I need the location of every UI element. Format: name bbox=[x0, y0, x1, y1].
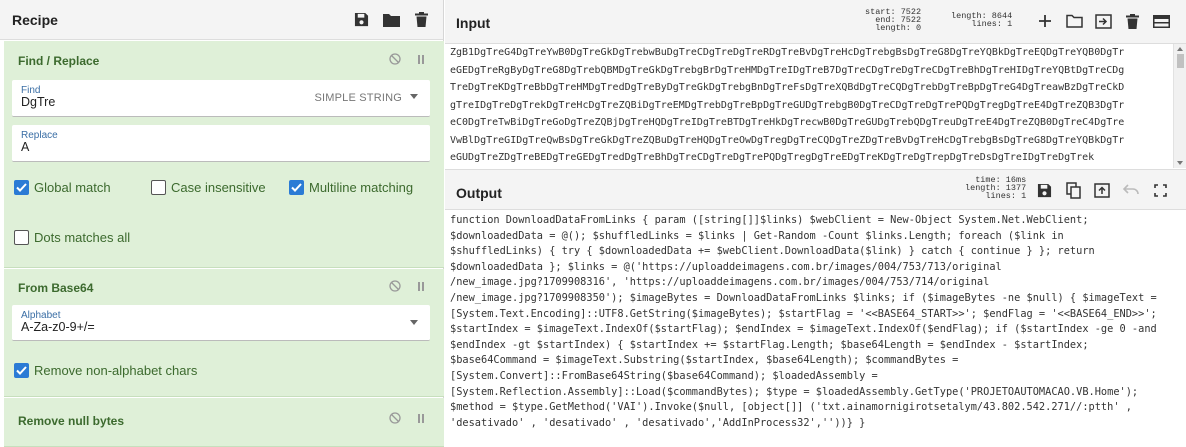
input-line: TreDgTreKDgTreBbDgTreHMDgTredDgTreByDgTr… bbox=[450, 82, 1125, 93]
io-pane: Input start: 7522 end: 7522 length: 0 le… bbox=[445, 0, 1186, 447]
op-from-base64: From Base64 Alphabet A-Za-z0-9+/= Remove… bbox=[4, 269, 444, 397]
input-stats: length: 8644 lines: 1 bbox=[951, 12, 1013, 29]
output-line: $downloadedData = @(); $shuffledLinks = … bbox=[450, 229, 1064, 242]
input-lines: lines: 1 bbox=[971, 19, 1013, 29]
disable-icon[interactable] bbox=[388, 52, 402, 66]
input-sel-length: length: 0 bbox=[875, 23, 922, 33]
output-line: /new_image.jpg?1709908350'); $imageBytes… bbox=[450, 291, 1157, 304]
input-textarea[interactable]: ZgB1DgTreG4DgTreYwB0DgTreGkDgTrebwBuDgTr… bbox=[445, 44, 1172, 168]
input-line: DgTreHMDgTreaDgTreB1DgTreGYDgTreZgBsDgTr… bbox=[450, 167, 1167, 169]
scroll-up-icon[interactable] bbox=[1177, 47, 1183, 51]
global-match-label: Global match bbox=[34, 180, 111, 195]
remove-non-alphabet-label: Remove non-alphabet chars bbox=[34, 363, 198, 378]
replace-field[interactable]: Replace A bbox=[12, 125, 430, 162]
pause-icon[interactable] bbox=[414, 411, 428, 425]
recipe-pane: Recipe Find / Replace Find DgTre SIMPLE … bbox=[0, 0, 444, 447]
chevron-down-icon[interactable] bbox=[410, 94, 418, 99]
input-line: eGUDgTreZDgTreBEDgTreGEDgTredDgTreBhDgTr… bbox=[450, 152, 1095, 163]
output-lines: lines: 1 bbox=[985, 191, 1027, 201]
undo-icon bbox=[1121, 180, 1141, 200]
checkbox-checked-icon[interactable] bbox=[14, 180, 29, 195]
input-scrollbar[interactable] bbox=[1173, 44, 1186, 168]
save-icon[interactable] bbox=[351, 10, 371, 30]
output-textarea[interactable]: function DownloadDataFromLinks { param (… bbox=[445, 210, 1186, 447]
checkbox-unchecked-icon[interactable] bbox=[14, 230, 29, 245]
chevron-down-icon[interactable] bbox=[410, 320, 418, 325]
folder-icon[interactable] bbox=[1064, 11, 1084, 31]
disable-icon[interactable] bbox=[388, 279, 402, 293]
output-line: function DownloadDataFromLinks { param (… bbox=[450, 214, 1089, 226]
find-type-dropdown[interactable]: SIMPLE STRING bbox=[314, 92, 402, 104]
import-icon[interactable] bbox=[1093, 11, 1113, 31]
recipe-title: Recipe bbox=[12, 11, 58, 28]
alphabet-input[interactable]: A-Za-z0-9+/= bbox=[21, 320, 95, 334]
alphabet-field[interactable]: Alphabet A-Za-z0-9+/= bbox=[12, 305, 430, 341]
trash-icon[interactable] bbox=[1122, 11, 1142, 31]
pause-icon[interactable] bbox=[414, 52, 428, 66]
dot-all-label: Dots matches all bbox=[34, 230, 131, 245]
output-title: Output bbox=[456, 185, 502, 201]
input-line: eC0DgTreTwBiDgTreGoDgTreZQBjDgTreHQDgTre… bbox=[450, 117, 1125, 128]
input-header: Input start: 7522 end: 7522 length: 0 le… bbox=[445, 0, 1186, 44]
trash-icon[interactable] bbox=[411, 10, 431, 30]
output-header: Output time: 16ms length: 1377 lines: 1 bbox=[445, 169, 1186, 210]
recipe-header: Recipe bbox=[0, 0, 443, 40]
output-line: 'desativado' , 'desativado' , 'desativad… bbox=[450, 416, 866, 429]
output-stats: time: 16ms length: 1377 lines: 1 bbox=[965, 176, 1027, 201]
find-input[interactable]: DgTre bbox=[21, 95, 55, 109]
output-line: $downloadedData }; $links = @('https://u… bbox=[450, 260, 1002, 273]
remove-non-alphabet-checkbox[interactable]: Remove non-alphabet chars bbox=[14, 363, 197, 378]
save-icon[interactable] bbox=[1034, 180, 1054, 200]
input-title: Input bbox=[456, 15, 491, 31]
output-line: [System.Text.Encoding]::UTF8.GetString($… bbox=[450, 307, 1157, 320]
case-insensitive-checkbox[interactable]: Case insensitive bbox=[151, 180, 266, 195]
output-line: [System.Convert]::FromBase64String($base… bbox=[450, 369, 878, 382]
output-line: $startIndex = $imageText.IndexOf($startF… bbox=[450, 323, 1157, 336]
input-selection-stats: start: 7522 end: 7522 length: 0 bbox=[865, 8, 922, 33]
scroll-down-icon[interactable] bbox=[1177, 161, 1183, 165]
find-field[interactable]: Find DgTre SIMPLE STRING bbox=[12, 80, 430, 117]
maximise-icon[interactable] bbox=[1150, 180, 1170, 200]
output-line: $base64Command = $imageText.Substring($s… bbox=[450, 354, 959, 367]
output-line: /new_image.jpg?1709908316', 'https://upl… bbox=[450, 276, 990, 289]
output-line: $method = $type.GetMethod('VAI').Invoke(… bbox=[450, 401, 1132, 414]
input-line: VwBlDgTreGIDgTreQwBsDgTreGkDgTreZQBuDgTr… bbox=[450, 134, 1125, 146]
copy-icon[interactable] bbox=[1063, 180, 1083, 200]
layout-icon[interactable] bbox=[1151, 11, 1171, 31]
checkbox-checked-icon[interactable] bbox=[289, 180, 304, 195]
input-line: gTreIDgTreDgTrekDgTreHcDgTreZQBiDgTreEMD… bbox=[450, 99, 1125, 111]
multiline-checkbox[interactable]: Multiline matching bbox=[289, 180, 413, 195]
plus-icon[interactable] bbox=[1035, 11, 1055, 31]
checkbox-unchecked-icon[interactable] bbox=[151, 180, 166, 195]
op-find-replace: Find / Replace Find DgTre SIMPLE STRING … bbox=[4, 41, 444, 268]
disable-icon[interactable] bbox=[388, 411, 402, 425]
op-title: Remove null bytes bbox=[18, 414, 125, 428]
replace-input-icon[interactable] bbox=[1092, 180, 1112, 200]
replace-input[interactable]: A bbox=[21, 140, 29, 154]
checkbox-checked-icon[interactable] bbox=[14, 363, 29, 378]
op-title: Find / Replace bbox=[18, 54, 100, 68]
output-line: $shuffledLinks) { try { $downloadedData … bbox=[450, 245, 1095, 258]
output-line: $endIndex -gt $startIndex) { $startIndex… bbox=[450, 338, 1089, 351]
dot-all-checkbox[interactable]: Dots matches all bbox=[14, 230, 130, 245]
scroll-thumb[interactable] bbox=[1177, 54, 1184, 68]
op-remove-null-bytes: Remove null bytes bbox=[4, 398, 444, 447]
multiline-label: Multiline matching bbox=[309, 180, 414, 195]
case-insensitive-label: Case insensitive bbox=[171, 180, 266, 195]
output-line: [System.Reflection.Assembly]::Load($comm… bbox=[450, 385, 1139, 398]
input-line: eGEDgTreRgByDgTreG8DgTrebQBMDgTreGkDgTre… bbox=[450, 64, 1125, 76]
global-match-checkbox[interactable]: Global match bbox=[14, 180, 111, 195]
op-title: From Base64 bbox=[18, 281, 94, 295]
input-line: ZgB1DgTreG4DgTreYwB0DgTreGkDgTrebwBuDgTr… bbox=[450, 47, 1125, 58]
pause-icon[interactable] bbox=[414, 279, 428, 293]
folder-icon[interactable] bbox=[381, 10, 401, 30]
